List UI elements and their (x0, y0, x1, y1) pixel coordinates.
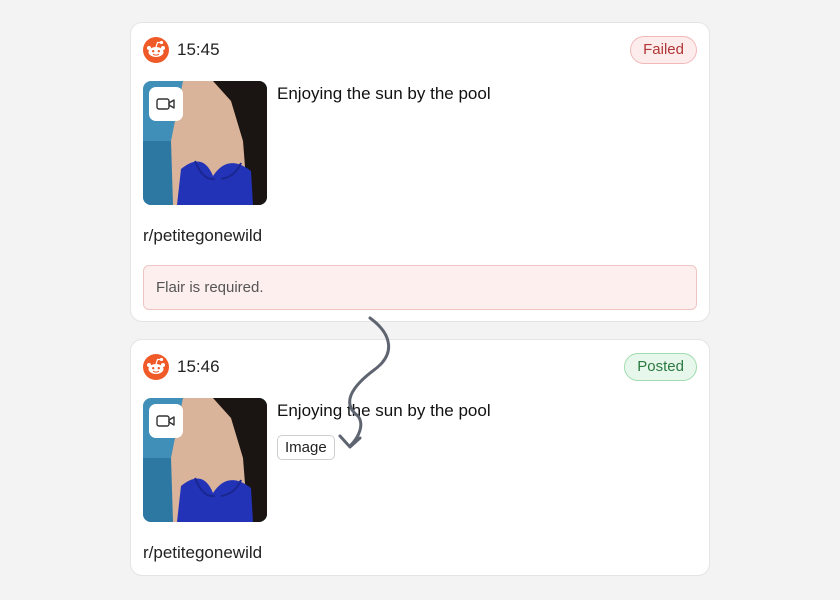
post-time: 15:45 (177, 40, 220, 59)
error-message: Flair is required. (143, 265, 697, 310)
flair-tag[interactable]: Image (277, 435, 335, 460)
video-camera-icon (149, 404, 183, 438)
status-badge: Posted (624, 353, 697, 381)
post-time: 15:46 (177, 357, 220, 376)
post-card-failed: 15:45 Failed Enjoying the sun by the poo… (130, 22, 710, 322)
post-thumbnail[interactable] (143, 398, 267, 522)
post-title: Enjoying the sun by the pool (277, 84, 491, 103)
subreddit-name[interactable]: r/petitegonewild (143, 225, 262, 247)
post-thumbnail[interactable] (143, 81, 267, 205)
video-camera-icon (149, 87, 183, 121)
reddit-icon (143, 354, 169, 380)
status-badge: Failed (630, 36, 697, 64)
post-card-posted: 15:46 Posted Enjoying the sun by the poo… (130, 339, 710, 576)
reddit-icon (143, 37, 169, 63)
subreddit-name[interactable]: r/petitegonewild (143, 542, 262, 564)
post-title: Enjoying the sun by the pool (277, 401, 491, 420)
